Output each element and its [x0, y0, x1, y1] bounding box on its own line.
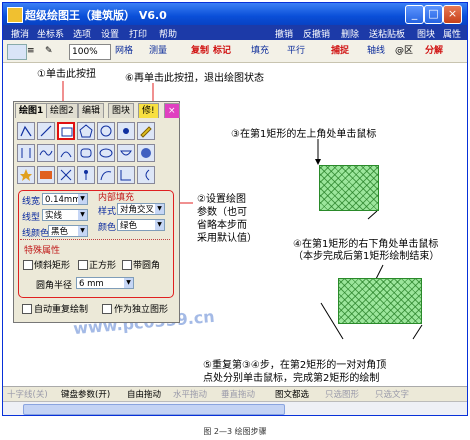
- tab-draw1[interactable]: 绘图1: [15, 103, 48, 118]
- auto-repeat-checkbox[interactable]: [22, 304, 32, 314]
- status-horizontal-drag[interactable]: 水平拖动: [173, 388, 207, 400]
- bracket-tool-icon[interactable]: [137, 166, 155, 184]
- fill-style-value: 对角交叉: [120, 205, 155, 215]
- sector-tool-icon[interactable]: [117, 144, 135, 162]
- fill-color-label: 颜色: [98, 223, 117, 233]
- annotation-step6: ⑥再单击此按扭，退出绘图状态: [125, 73, 264, 84]
- figure-caption: 图 2—3 绘图步骤: [203, 427, 267, 436]
- angle-tool-icon[interactable]: [117, 166, 135, 184]
- annotation-step4-line1: ④在第1矩形的右下角处单击鼠标: [293, 239, 439, 250]
- chevron-down-icon: ▼: [78, 210, 87, 220]
- rounded-checkbox[interactable]: [122, 260, 132, 270]
- chevron-down-icon: ▼: [155, 204, 164, 214]
- as-independent-checkbox[interactable]: [102, 304, 112, 314]
- app-window: 超级绘图王（建筑版） V6.0 _ □ × 撤消 坐标系 选项 设置 打印 帮助…: [2, 2, 468, 416]
- hatch-tool-icon[interactable]: [57, 166, 75, 184]
- person-tool-icon[interactable]: [77, 166, 95, 184]
- ellipse-tool-icon[interactable]: [97, 144, 115, 162]
- chevron-down-icon: ▼: [155, 220, 164, 230]
- wave-tool-icon[interactable]: [37, 144, 55, 162]
- rectangle-tool-icon[interactable]: [57, 122, 75, 140]
- line-type-select[interactable]: 实线 ▼: [42, 209, 88, 221]
- line-tool-icon[interactable]: [37, 122, 55, 140]
- annotation-step4: ④在第1矩形的右下角处单击鼠标 （本步完成后第1矩形绘制结束）: [293, 239, 439, 263]
- radius-value: 6 mm: [79, 279, 104, 289]
- annotation-step2-line1: ②设置绘图: [197, 194, 246, 205]
- dot-tool-icon[interactable]: [117, 122, 135, 140]
- chevron-down-icon: ▼: [78, 194, 87, 204]
- square-label: 正方形: [89, 261, 117, 271]
- rectangle-2[interactable]: [338, 278, 422, 324]
- fill-heading: 内部填充: [98, 193, 135, 203]
- line-width-value: 0.14mm: [45, 195, 81, 205]
- status-bar: 十字线(关) 键盘参数(开) 自由拖动 水平拖动 垂直拖动 图文都选 只选图形 …: [3, 386, 467, 401]
- scrollbar-thumb[interactable]: [23, 404, 285, 415]
- tab-draw2[interactable]: 绘图2: [46, 103, 78, 118]
- annotation-step1: ①单击此按扭: [37, 69, 96, 80]
- special-heading: 特殊属性: [24, 246, 61, 256]
- line-color-select[interactable]: 黑色 ▼: [48, 225, 88, 237]
- polyline-tool-icon[interactable]: [17, 122, 35, 140]
- brush-tool-icon[interactable]: [137, 122, 155, 140]
- divider: [20, 239, 170, 240]
- drawing-panel: 绘图1 绘图2 编辑 图块 修! × 线宽 0.14mm ▼ 内部填充 线型 实…: [13, 101, 180, 323]
- status-select-all[interactable]: 图文都选: [275, 388, 309, 400]
- rounded-label: 带圆角: [133, 261, 161, 271]
- annotation-step5-line1: ⑤重复第③④步，在第2矩形的一对对角顶: [203, 360, 387, 371]
- line-type-label: 线型: [22, 213, 41, 223]
- status-keyboard[interactable]: 键盘参数(开): [61, 388, 110, 400]
- annotation-step5: ⑤重复第③④步，在第2矩形的一对对角顶 点处分别单击鼠标，完成第2矩形的绘制: [203, 359, 386, 385]
- panel-tabs: 绘图1 绘图2 编辑 图块 修! ×: [14, 102, 180, 118]
- line-width-label: 线宽: [22, 197, 41, 207]
- square-checkbox[interactable]: [78, 260, 88, 270]
- auto-repeat-label: 自动重复绘制: [34, 305, 89, 315]
- status-select-shapes[interactable]: 只选图形: [325, 388, 359, 400]
- annotation-step5-line2: 点处分别单击鼠标，完成第2矩形的绘制: [203, 373, 380, 384]
- tab-modify[interactable]: 修!: [138, 103, 159, 118]
- status-vertical-drag[interactable]: 垂直拖动: [221, 388, 255, 400]
- status-select-text[interactable]: 只选文字: [375, 388, 409, 400]
- chevron-down-icon: ▼: [124, 278, 133, 288]
- fill-style-select[interactable]: 对角交叉 ▼: [117, 203, 165, 215]
- horizontal-scrollbar[interactable]: [3, 401, 467, 415]
- circle-tool-icon[interactable]: [97, 122, 115, 140]
- dimension-tool-icon[interactable]: [17, 144, 35, 162]
- panel-close-icon[interactable]: ×: [164, 103, 180, 118]
- tab-block[interactable]: 图块: [108, 103, 135, 118]
- chevron-down-icon: ▼: [78, 226, 87, 236]
- status-free-drag[interactable]: 自由拖动: [127, 388, 161, 400]
- paint-tool-icon[interactable]: [137, 144, 155, 162]
- pentagon-tool-icon[interactable]: [77, 122, 95, 140]
- line-type-value: 实线: [45, 211, 63, 221]
- annotation-step2: ②设置绘图 参数（也可 省略本步而 采用默认值）: [197, 193, 257, 245]
- tab-edit[interactable]: 编辑: [78, 103, 105, 118]
- annotation-step2-line3: 省略本步而: [197, 220, 247, 231]
- annotation-step4-line2: （本步完成后第1矩形绘制结束）: [293, 251, 440, 262]
- fill-color-select[interactable]: 绿色 ▼: [117, 219, 165, 231]
- as-independent-label: 作为独立图形: [114, 305, 169, 315]
- rounded-rect-tool-icon[interactable]: [77, 144, 95, 162]
- annotation-step2-line4: 采用默认值）: [197, 233, 257, 244]
- radius-select[interactable]: 6 mm ▼: [76, 277, 134, 289]
- shape-tool-grid: [17, 122, 175, 188]
- radius-label: 圆角半径: [36, 281, 73, 291]
- line-color-value: 黑色: [51, 227, 69, 237]
- line-color-label: 线颜色: [22, 229, 50, 239]
- status-crosshair[interactable]: 十字线(关): [7, 388, 48, 400]
- rectangle-1[interactable]: [319, 165, 379, 211]
- tilt-rect-label: 倾斜矩形: [34, 261, 71, 271]
- arc-tool-icon[interactable]: [57, 144, 75, 162]
- text-tool-icon[interactable]: [37, 166, 55, 184]
- tilt-rect-checkbox[interactable]: [23, 260, 33, 270]
- annotation-step3: ③在第1矩形的左上角处单击鼠标: [231, 129, 377, 140]
- line-width-select[interactable]: 0.14mm ▼: [42, 193, 88, 205]
- fill-color-value: 绿色: [120, 221, 138, 231]
- star-tool-icon[interactable]: [17, 166, 35, 184]
- curve-tool-icon[interactable]: [97, 166, 115, 184]
- style-label: 样式: [98, 207, 117, 217]
- annotation-step2-line2: 参数（也可: [197, 207, 247, 218]
